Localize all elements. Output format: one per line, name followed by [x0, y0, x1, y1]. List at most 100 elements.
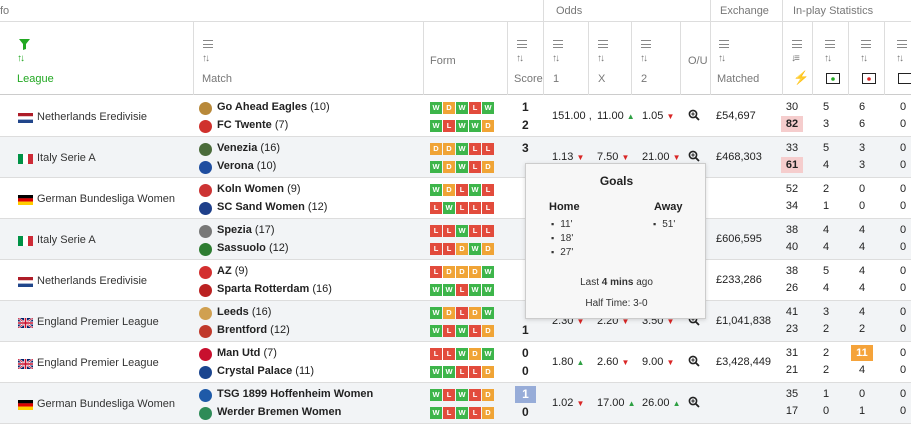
odds-o2[interactable]: 21.00 ▼	[642, 151, 681, 163]
form-result-badge: W	[430, 102, 442, 114]
column-menu-icon[interactable]	[598, 40, 608, 48]
table-row[interactable]: German Bundesliga Women TSG 1899 Hoffenhe…	[0, 383, 911, 424]
odds-ox[interactable]: 2.60 ▼	[597, 356, 629, 368]
table-row[interactable]: Netherlands Eredivisie Go Ahead Eagles (1…	[0, 96, 911, 137]
table-row[interactable]: German Bundesliga WomenKoln Women (9)WDL…	[0, 178, 911, 219]
away-team-name[interactable]: Sparta Rotterdam (16)	[217, 283, 332, 295]
league-name[interactable]: Italy Serie A	[37, 234, 96, 246]
form-result-badge: L	[469, 407, 481, 419]
column-menu-icon[interactable]	[641, 40, 651, 48]
odds-ox[interactable]: 17.00 ▲	[597, 397, 636, 409]
away-team-crest-icon	[199, 366, 212, 379]
sort-icon[interactable]: ↑↓	[202, 53, 208, 64]
form-result-badge: W	[469, 184, 481, 196]
attacks-column-header[interactable]: ↓≡ ⚡	[782, 22, 812, 95]
away-team-name[interactable]: Sassuolo (12)	[217, 242, 289, 254]
stat-value: 2	[815, 345, 837, 361]
score-column-header[interactable]: ↑↓ Score	[507, 22, 543, 95]
odds-o1[interactable]: 151.00 ,	[552, 110, 592, 122]
league-name[interactable]: England Premier League	[37, 316, 159, 328]
stat-value: 4	[815, 280, 837, 296]
match-column-header[interactable]: ↑↓ Match	[193, 22, 423, 95]
odds-o2[interactable]: 9.00 ▼	[642, 356, 674, 368]
table-row[interactable]: England Premier LeagueLeeds (16)WDLDWBre…	[0, 301, 911, 342]
away-team-name[interactable]: SC Sand Women (12)	[217, 201, 327, 213]
magnify-icon[interactable]	[688, 396, 702, 410]
sort-icon[interactable]: ↑↓	[597, 53, 603, 64]
sort-icon[interactable]: ↑↓	[860, 53, 866, 64]
home-team-name[interactable]: Spezia (17)	[217, 224, 274, 236]
odds-ox[interactable]: 11.00 ▲	[597, 110, 635, 122]
home-team-name[interactable]: Man Utd (7)	[217, 347, 277, 359]
home-team-name[interactable]: Leeds (16)	[217, 306, 271, 318]
stat-value: 0	[892, 362, 911, 378]
league-name[interactable]: Italy Serie A	[37, 152, 96, 164]
odds-ox[interactable]: 7.50 ▼	[597, 151, 629, 163]
table-row[interactable]: Italy Serie ASpezia (17)LLWLLSassuolo (1…	[0, 219, 911, 260]
league-column-header[interactable]: ↑↓ League	[0, 22, 193, 95]
column-menu-icon[interactable]	[517, 40, 527, 48]
column-menu-icon[interactable]	[825, 40, 835, 48]
league-name[interactable]: Netherlands Eredivisie	[37, 275, 147, 287]
sort-icon[interactable]: ↑↓	[516, 53, 522, 64]
sort-desc-icon[interactable]: ↓≡	[791, 53, 798, 64]
extra-column-header[interactable]: ↑↓	[884, 22, 911, 95]
odds1-column-header[interactable]: ↑↓ 1	[543, 22, 588, 95]
league-name[interactable]: Netherlands Eredivisie	[37, 111, 147, 123]
column-menu-icon[interactable]	[897, 40, 907, 48]
odds-o1[interactable]: 1.80 ▲	[552, 356, 584, 368]
odds2-column-header[interactable]: ↑↓ 2	[631, 22, 680, 95]
league-name[interactable]: German Bundesliga Women	[37, 193, 175, 205]
home-team-name[interactable]: Koln Women (9)	[217, 183, 301, 195]
oddsx-header-label: X	[598, 73, 605, 85]
away-form-strip: WWLLD	[430, 366, 494, 379]
stat-value: 31	[781, 345, 803, 361]
stat-value: 0	[892, 386, 911, 402]
matched-column-header[interactable]: ↑↓ Matched	[710, 22, 782, 95]
column-menu-icon[interactable]	[553, 40, 563, 48]
away-team-name[interactable]: Verona (10)	[217, 160, 276, 172]
column-menu-icon[interactable]	[861, 40, 871, 48]
league-name[interactable]: German Bundesliga Women	[37, 398, 175, 410]
stat-value: 2	[815, 362, 837, 378]
oddsx-column-header[interactable]: ↑↓ X	[588, 22, 631, 95]
table-row[interactable]: Italy Serie AVenezia (16)DDWLLVerona (10…	[0, 137, 911, 178]
magnify-icon[interactable]	[688, 355, 702, 369]
home-team-name[interactable]: TSG 1899 Hoffenheim Women	[217, 388, 373, 400]
league-name[interactable]: England Premier League	[37, 357, 159, 369]
column-menu-icon[interactable]	[792, 40, 802, 48]
home-team-name[interactable]: Venezia (16)	[217, 142, 280, 154]
shots-on-column-header[interactable]: ↑↓	[812, 22, 848, 95]
table-row[interactable]: England Premier LeagueMan Utd (7)LLWDWCr…	[0, 342, 911, 383]
away-team-name[interactable]: Werder Bremen Women	[217, 406, 341, 418]
away-team-name[interactable]: FC Twente (7)	[217, 119, 288, 131]
away-form-strip: WLWWD	[430, 120, 494, 133]
filter-icon[interactable]	[19, 39, 30, 50]
sort-icon[interactable]: ↑↓	[824, 53, 830, 64]
magnify-icon[interactable]	[688, 150, 702, 164]
form-result-badge: D	[443, 307, 455, 319]
table-row[interactable]: Netherlands EredivisieAZ (9)LDDDWSparta …	[0, 260, 911, 301]
odds-o1[interactable]: 1.13 ▼	[552, 151, 584, 163]
sort-icon[interactable]: ↑↓	[718, 53, 724, 64]
odds-o2[interactable]: 1.05 ▼	[642, 110, 674, 122]
column-menu-icon[interactable]	[203, 40, 213, 48]
away-team-name[interactable]: Brentford (12)	[217, 324, 290, 336]
matched-amount: £233,286	[716, 274, 762, 286]
form-result-badge: D	[456, 243, 468, 255]
sort-icon[interactable]: ↑↓	[17, 53, 23, 64]
home-team-name[interactable]: Go Ahead Eagles (10)	[217, 101, 330, 113]
away-form-strip: LLDWD	[430, 243, 494, 256]
matched-amount: £606,595	[716, 233, 762, 245]
column-menu-icon[interactable]	[719, 40, 729, 48]
odds-o2[interactable]: 26.00 ▲	[642, 397, 681, 409]
home-team-name[interactable]: AZ (9)	[217, 265, 248, 277]
magnify-icon[interactable]	[688, 109, 702, 123]
sort-icon[interactable]: ↑↓	[640, 53, 646, 64]
away-team-name[interactable]: Crystal Palace (11)	[217, 365, 314, 377]
sort-icon[interactable]: ↑↓	[896, 53, 902, 64]
form-result-badge: L	[456, 202, 468, 214]
shots-off-column-header[interactable]: ↑↓	[848, 22, 884, 95]
sort-icon[interactable]: ↑↓	[552, 53, 558, 64]
odds-o1[interactable]: 1.02 ▼	[552, 397, 584, 409]
